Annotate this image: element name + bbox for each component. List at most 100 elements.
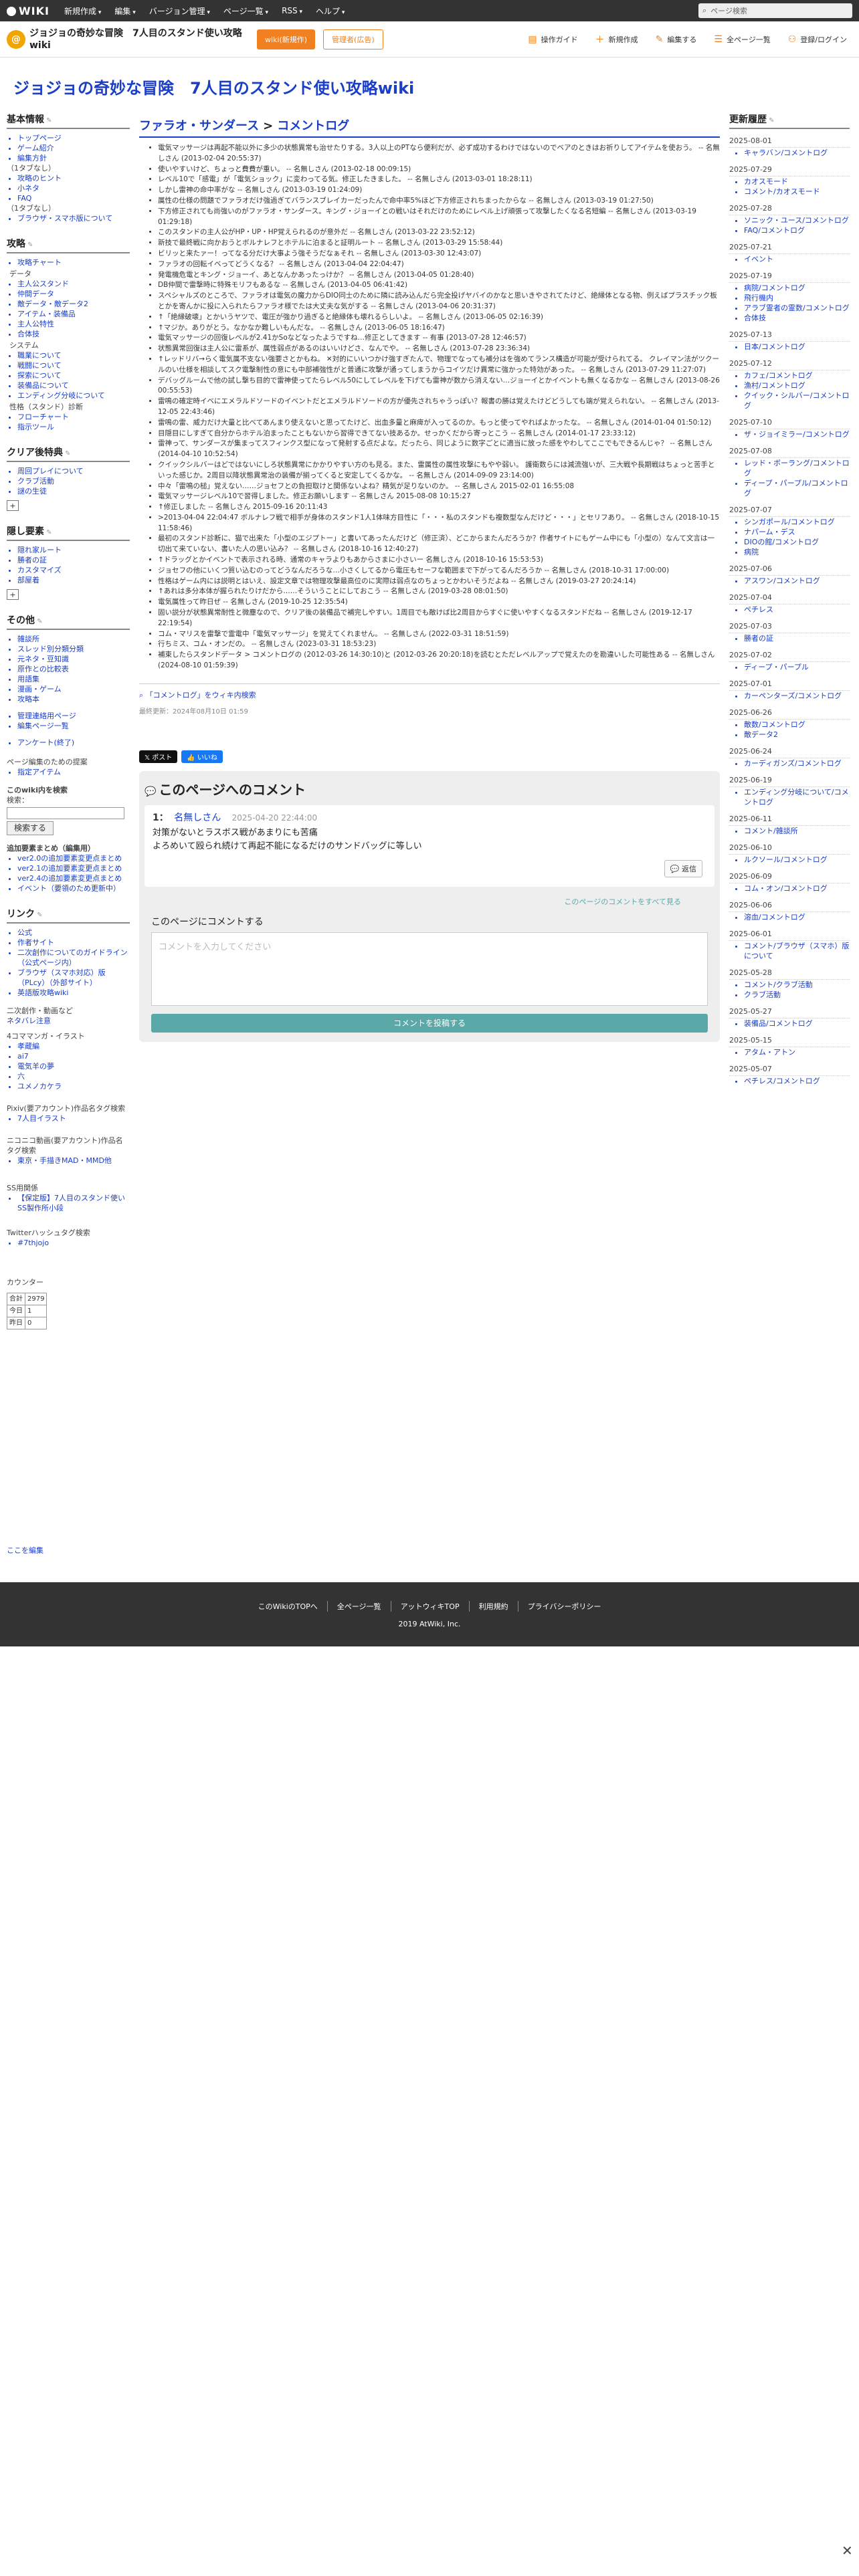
update-item-link[interactable]: 漁村/コメントログ — [744, 381, 850, 391]
all-pages-button[interactable]: ☰ 全ページ一覧 — [714, 34, 770, 45]
update-item-link[interactable]: ソニック・ユース/コメントログ — [744, 215, 850, 225]
sidebar-item[interactable]: ゲーム紹介 — [17, 143, 130, 153]
footer-link-privacy[interactable]: プライバシーポリシー — [517, 1601, 611, 1612]
sidebar-item[interactable]: 7人目イラスト — [17, 1113, 130, 1123]
edit-here-link[interactable]: ここを編集 — [7, 1545, 43, 1555]
breadcrumb-parent[interactable]: ファラオ・サンダース — [139, 119, 259, 133]
sidebar-item[interactable]: 指定アイテム — [17, 767, 130, 777]
menu-new[interactable]: 新規作成 — [58, 5, 108, 17]
update-item-link[interactable]: DIOの館/コメントログ — [744, 537, 850, 547]
sidebar-item[interactable]: 装備品について — [17, 381, 130, 391]
update-item-link[interactable]: 溶血/コメントログ — [744, 912, 850, 922]
sidebar-item[interactable]: カスタマイズ — [17, 565, 130, 575]
menu-rss[interactable]: RSS — [275, 6, 309, 15]
footer-link-atwiki[interactable]: アットウィキTOP — [390, 1601, 469, 1612]
admin-ad-button[interactable]: 管理者(広告) — [323, 29, 383, 49]
sidebar-item[interactable]: トップページ — [17, 133, 130, 143]
site-title[interactable]: ジョジョの奇妙な冒険 7人目のスタンド使い攻略wiki — [29, 27, 257, 51]
update-item-link[interactable]: ディープ・パープル — [744, 662, 850, 672]
sidebar-item[interactable]: クラブ活動 — [17, 476, 130, 486]
sidebar-item[interactable]: 戦闘について — [17, 360, 130, 370]
sidebar-item[interactable]: 管理連絡用ページ — [17, 711, 130, 721]
sidebar-item[interactable]: 元ネタ・豆知識 — [17, 654, 130, 664]
update-item-link[interactable]: 勝者の証 — [744, 633, 850, 643]
update-item-link[interactable]: カーペンターズ/コメントログ — [744, 691, 850, 701]
site-logo-icon[interactable]: @ — [7, 29, 25, 49]
comment-author[interactable]: 名無しさん — [174, 813, 221, 823]
sidebar-item[interactable]: FAQ — [17, 193, 130, 203]
sidebar-item[interactable]: #7thjojo — [17, 1238, 130, 1248]
sidebar-item[interactable]: 編集方針 — [17, 153, 130, 163]
update-item-link[interactable]: コメント/雑談所 — [744, 826, 850, 836]
close-icon[interactable]: ✕ — [842, 2543, 853, 2559]
update-item-link[interactable]: 病院/コメントログ — [744, 283, 850, 293]
sidebar-item[interactable]: 【保定版】7人目のスタンド使いSS製作所小段 — [17, 1193, 130, 1213]
wiki-search-link[interactable]: ⌕ 「コメントログ」をウィキ内検索 — [139, 683, 720, 700]
sidebar-item[interactable]: 合体技 — [17, 329, 130, 339]
update-item-link[interactable]: イベント — [744, 254, 850, 264]
page-search-input[interactable]: ⌕ ページ検索 — [698, 3, 852, 18]
menu-version[interactable]: バージョン管理 — [142, 5, 217, 17]
sidebar-item[interactable]: 作者サイト — [17, 938, 130, 948]
update-item-link[interactable]: コメント/カオスモード — [744, 187, 850, 197]
sidebar-item[interactable]: ブラウザ・スマホ版について — [17, 213, 130, 223]
sidebar-item[interactable]: 攻略本 — [17, 694, 130, 704]
wiki-search-input[interactable] — [7, 807, 124, 819]
expand-button[interactable]: + — [7, 500, 19, 511]
update-item-link[interactable]: コメント/ブラウザ（スマホ）版について — [744, 941, 850, 961]
comment-textarea[interactable]: コメントを入力してください — [151, 932, 708, 1006]
sidebar-item[interactable]: 用語集 — [17, 674, 130, 684]
update-item-link[interactable]: アスワン/コメントログ — [744, 576, 850, 586]
sidebar-item[interactable]: 敵データ・敵データ2 — [17, 299, 130, 309]
sidebar-item[interactable]: ver2.4の追加要素変更点まとめ — [17, 873, 130, 883]
update-item-link[interactable]: ナパーム・デス — [744, 527, 850, 537]
update-item-link[interactable]: コメント/クラブ活動 — [744, 980, 850, 990]
update-item-link[interactable]: クイック・シルバー/コメントログ — [744, 391, 850, 411]
menu-pages[interactable]: ページ一覧 — [217, 5, 275, 17]
sidebar-item[interactable]: 勝者の証 — [17, 555, 130, 565]
update-item-link[interactable]: FAQ/コメントログ — [744, 225, 850, 235]
sidebar-item[interactable]: アンケート(終了) — [17, 738, 130, 748]
sidebar-item[interactable]: 漫画・ゲーム — [17, 684, 130, 694]
update-item-link[interactable]: クラブ活動 — [744, 990, 850, 1000]
menu-help[interactable]: ヘルプ — [309, 5, 351, 17]
sidebar-item[interactable]: ver2.1の追加要素変更点まとめ — [17, 863, 130, 873]
footer-link-terms[interactable]: 利用規約 — [468, 1601, 518, 1612]
reply-button[interactable]: 💬 返信 — [664, 859, 702, 877]
sidebar-item[interactable]: ブラウザ（スマホ対応）版（PLcy）（外部サイト） — [17, 968, 130, 988]
sidebar-item[interactable]: フローチャート — [17, 412, 130, 422]
submit-comment-button[interactable]: コメントを投稿する — [151, 1013, 708, 1033]
update-item-link[interactable]: 敵データ2 — [744, 730, 850, 740]
see-all-comments-link[interactable]: このページのコメントをすべて見る — [145, 896, 681, 907]
sidebar-item[interactable]: 主人公特性 — [17, 319, 130, 329]
new-page-button[interactable]: ＋新規作成 — [595, 33, 638, 46]
guide-button[interactable]: ▤ 操作ガイド — [528, 34, 577, 45]
update-item-link[interactable]: 日本/コメントログ — [744, 342, 850, 352]
wiki-new-button[interactable]: wiki(新規作) — [257, 29, 316, 49]
update-item-link[interactable]: レッド・ボーラング/コメントログ — [744, 458, 850, 478]
breadcrumb-current[interactable]: コメントログ — [277, 119, 349, 133]
sidebar-item[interactable]: ver2.0の追加要素変更点まとめ — [17, 853, 130, 863]
sidebar-item[interactable]: 六 — [17, 1071, 130, 1081]
update-item-link[interactable]: ザ・ジョイミラー/コメントログ — [744, 429, 850, 439]
sidebar-item[interactable]: 雑談所 — [17, 634, 130, 644]
facebook-like-button[interactable]: 👍 いいね — [181, 750, 223, 763]
update-item-link[interactable]: 敵数/コメントログ — [744, 720, 850, 730]
sidebar-item[interactable]: 英語版攻略wiki — [17, 988, 130, 998]
sidebar-item[interactable]: アイテム・装備品 — [17, 309, 130, 319]
footer-link-top[interactable]: このWikiのTOPへ — [249, 1601, 327, 1612]
x-post-button[interactable]: 𝕏 ポスト — [139, 750, 178, 763]
update-item-link[interactable]: キャラバン/コメントログ — [744, 148, 850, 158]
sidebar-item[interactable]: ユメノカケラ — [17, 1081, 130, 1091]
sidebar-item[interactable]: 孝蔵編 — [17, 1041, 130, 1051]
sidebar-item[interactable]: 部屋着 — [17, 575, 130, 585]
sidebar-item[interactable]: 二次創作についてのガイドライン（公式ページ内） — [17, 948, 130, 968]
sidebar-item[interactable]: 周回プレイについて — [17, 466, 130, 476]
login-button[interactable]: ⚇ 登録/ログイン — [788, 34, 847, 45]
update-item-link[interactable]: ディープ・パープル/コメントログ — [744, 478, 850, 498]
menu-edit[interactable]: 編集 — [108, 5, 142, 17]
update-item-link[interactable]: アラブ霊者の霊数/コメントログ — [744, 303, 850, 313]
update-item-link[interactable]: ペチレス/コメントログ — [744, 1076, 850, 1086]
update-item-link[interactable]: 装備品/コメントログ — [744, 1018, 850, 1029]
search-button[interactable]: 検索する — [7, 821, 54, 835]
